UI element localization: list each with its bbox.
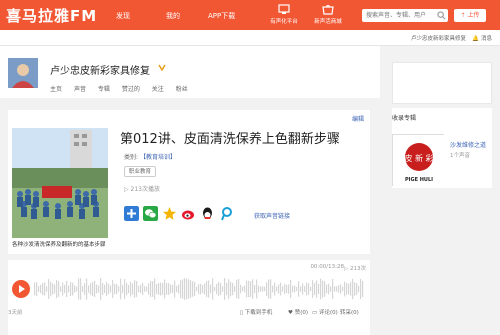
category-link[interactable]: 【教育培训】	[140, 154, 176, 161]
search-icon[interactable]	[437, 11, 446, 20]
profile-header: 卢少忠皮新彩家具修复 主页 声音 专辑 赞过的 关注 粉丝	[0, 46, 380, 98]
included-album-section: 收录专辑 皮 新 彩 PIGE HULI 沙发维修之道 1个声音	[392, 108, 492, 188]
comment-icon: ▭	[312, 310, 318, 316]
repost-button[interactable]: 转采(0)	[340, 308, 359, 316]
current-username[interactable]: 卢少忠皮新彩家具修复	[411, 34, 466, 42]
tencent-weibo-icon[interactable]	[219, 206, 234, 221]
album-cover-sub: PIGE HULI	[405, 177, 433, 183]
play-button[interactable]	[12, 280, 30, 298]
nav-mine[interactable]: 我的	[166, 11, 180, 21]
category-label: 类别:	[124, 154, 139, 161]
album-track-count: 1个声音	[450, 153, 470, 159]
track-title: 第012讲、皮面清洗保养上色翻新步骤	[120, 132, 340, 147]
tab-following[interactable]: 关注	[152, 86, 164, 93]
album-cover-logo: 皮 新 彩 PIGE HULI	[393, 135, 445, 187]
qq-icon[interactable]	[200, 206, 215, 221]
qzone-icon[interactable]	[162, 206, 177, 221]
comment-button[interactable]: ▭ 评论(0)	[312, 308, 338, 316]
heart-icon: ♥	[288, 310, 293, 316]
repost-label: 转采(0)	[340, 310, 359, 316]
creator-platform-label: 有声化平台	[270, 19, 298, 25]
avatar[interactable]	[8, 58, 38, 88]
upload-button[interactable]: ⇡ 上传	[454, 9, 486, 22]
cover-photo	[12, 128, 108, 238]
profile-name: 卢少忠皮新彩家具修复	[50, 66, 150, 77]
like-label: 赞(0)	[294, 310, 308, 316]
upload-icon: ⇡	[460, 12, 466, 19]
tab-albums[interactable]: 专辑	[98, 86, 110, 93]
user-bar: 卢少忠皮新彩家具修复 🔔 消息	[0, 30, 500, 46]
site-logo[interactable]: 喜马拉雅FM	[6, 5, 97, 26]
messages-label: 消息	[480, 36, 492, 42]
messages-link[interactable]: 🔔 消息	[472, 34, 492, 42]
upload-time: 3天前	[8, 310, 23, 316]
upload-label: 上传	[467, 12, 480, 19]
download-to-phone-button[interactable]: ▯ 下载到手机	[240, 308, 272, 316]
creator-platform-button[interactable]: 有声化平台	[262, 4, 306, 25]
get-audio-link[interactable]: 获取声音链接	[254, 211, 290, 220]
bell-icon: 🔔	[472, 36, 480, 42]
edit-link[interactable]: 编辑	[352, 114, 364, 123]
play-icon	[19, 285, 25, 293]
track-description: 各种沙发清洗保养及翻新的的基本步骤	[12, 242, 106, 248]
sidebar-ad-slot	[392, 62, 492, 104]
waveform[interactable]	[34, 276, 364, 302]
player-play-count: ▷ 213次	[344, 266, 366, 272]
shop-label: 新声活商城	[314, 19, 342, 25]
album-cover-text: 皮 新 彩	[404, 153, 433, 163]
shop-icon	[322, 4, 334, 15]
like-button[interactable]: ♥ 赞(0)	[288, 308, 308, 316]
verified-badge-icon	[158, 64, 166, 71]
search-box	[362, 9, 448, 22]
tab-sounds[interactable]: 声音	[74, 86, 86, 93]
album-cover[interactable]: 皮 新 彩 PIGE HULI	[392, 134, 445, 187]
play-count: ▷ 213次播放	[124, 186, 160, 193]
nav-app-download[interactable]: APP下载	[208, 11, 235, 21]
add-share-icon[interactable]	[124, 206, 139, 221]
download-label: 下载到手机	[244, 310, 273, 316]
platform-icon	[278, 4, 290, 14]
profile-tabs: 主页 声音 专辑 赞过的 关注 粉丝	[50, 84, 198, 93]
tab-fans[interactable]: 粉丝	[176, 86, 188, 93]
nav-discover[interactable]: 发现	[116, 11, 130, 21]
avatar-image	[8, 58, 38, 88]
shop-button[interactable]: 新声活商城	[306, 4, 350, 25]
tag-badge[interactable]: 职业教育	[124, 166, 157, 177]
album-name-link[interactable]: 沙发维修之道	[450, 140, 486, 149]
top-navigation-bar: 喜马拉雅FM 发现 我的 APP下载 有声化平台 新声活商城 ⇡ 上传	[0, 0, 500, 30]
category-row: 类别: 【教育培训】	[124, 152, 176, 161]
audio-player: 00:00/13:28 ▷ 213次 3天前 ▯ 下载到手机 ♥ 赞(0) ▭ …	[8, 260, 370, 335]
tab-liked[interactable]: 赞过的	[122, 86, 140, 93]
tab-home[interactable]: 主页	[50, 86, 62, 93]
album-section-title: 收录专辑	[392, 115, 417, 122]
wechat-icon[interactable]	[143, 206, 158, 221]
weibo-icon[interactable]	[181, 206, 196, 221]
comment-label: 评论(0)	[318, 310, 338, 316]
search-input[interactable]	[362, 9, 436, 22]
phone-icon: ▯	[240, 310, 244, 316]
playback-time: 00:00/13:28	[310, 264, 344, 270]
track-detail-card: 编辑 第012讲、皮面清洗保养上色翻新步骤 类别: 【教育培训】 职业教育 ▷ …	[8, 110, 370, 254]
track-cover-image[interactable]	[12, 128, 108, 238]
